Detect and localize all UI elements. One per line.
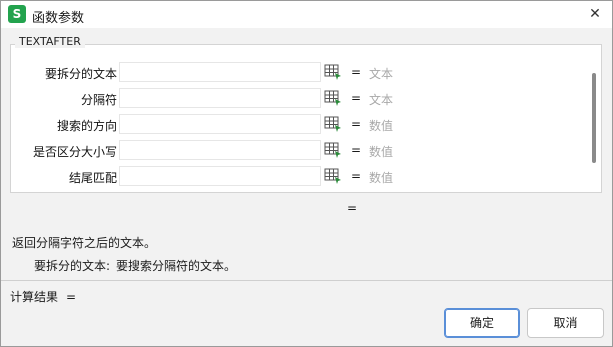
arguments-scrollbar[interactable] <box>587 45 601 192</box>
argument-row: 搜索的方向 = 数值 <box>11 113 571 135</box>
formula-result-equals: = <box>347 201 358 215</box>
dialog-title: 函数参数 <box>32 11 85 26</box>
parameter-description: 要拆分的文本: 要搜索分隔符的文本。 <box>34 257 236 274</box>
cancel-button[interactable]: 取消 <box>527 308 604 338</box>
title-bar: S 函数参数 ✕ <box>1 1 612 28</box>
scrollbar-thumb[interactable] <box>592 73 596 163</box>
argument-label: 结尾匹配 <box>68 171 117 185</box>
range-select-icon[interactable] <box>324 168 342 184</box>
range-select-icon[interactable] <box>324 142 342 158</box>
app-logo-icon: S <box>8 5 26 23</box>
argument-row: 是否区分大小写 = 数值 <box>11 139 571 161</box>
argument-type-hint: 文本 <box>369 93 394 107</box>
range-select-icon[interactable] <box>324 90 342 106</box>
argument-row: 分隔符 = 文本 <box>11 87 571 109</box>
argument-input[interactable] <box>119 114 321 134</box>
argument-input[interactable] <box>119 88 321 108</box>
range-select-icon[interactable] <box>324 64 342 80</box>
ok-button[interactable]: 确定 <box>444 308 520 338</box>
close-button[interactable]: ✕ <box>578 1 612 28</box>
range-select-icon[interactable] <box>324 116 342 132</box>
equals-sign: = <box>351 169 362 183</box>
argument-label: 搜索的方向 <box>56 119 117 133</box>
argument-type-hint: 文本 <box>369 67 394 81</box>
calculation-result-label: 计算结果 <box>10 290 59 304</box>
argument-label: 是否区分大小写 <box>32 145 117 159</box>
equals-sign: = <box>351 65 362 79</box>
divider <box>1 280 612 281</box>
function-description: 返回分隔字符之后的文本。 <box>12 236 157 250</box>
calculation-result: 计算结果 = <box>10 288 76 305</box>
function-name: TEXTAFTER <box>15 35 85 48</box>
argument-input[interactable] <box>119 140 321 160</box>
argument-row: 结尾匹配 = 数值 <box>11 165 571 187</box>
argument-input[interactable] <box>119 62 321 82</box>
equals-sign: = <box>351 117 362 131</box>
argument-row: 要拆分的文本 = 文本 <box>11 61 571 83</box>
argument-label: 要拆分的文本 <box>44 67 117 81</box>
argument-type-hint: 数值 <box>369 119 394 133</box>
argument-input[interactable] <box>119 166 321 186</box>
calculation-result-equals: = <box>66 290 77 304</box>
arguments-group: 要拆分的文本 = 文本 分隔符 = 文本 搜索的方向 = 数值 是否区分大小写 … <box>10 44 602 193</box>
parameter-description-name: 要拆分的文本: <box>34 259 111 273</box>
parameter-description-text: 要搜索分隔符的文本。 <box>116 259 237 273</box>
argument-label: 分隔符 <box>80 93 117 107</box>
equals-sign: = <box>351 143 362 157</box>
function-arguments-dialog: S 函数参数 ✕ 要拆分的文本 = 文本 分隔符 = 文本 搜索的方向 = 数值… <box>0 0 613 347</box>
equals-sign: = <box>351 91 362 105</box>
argument-type-hint: 数值 <box>369 145 394 159</box>
argument-type-hint: 数值 <box>369 171 394 185</box>
